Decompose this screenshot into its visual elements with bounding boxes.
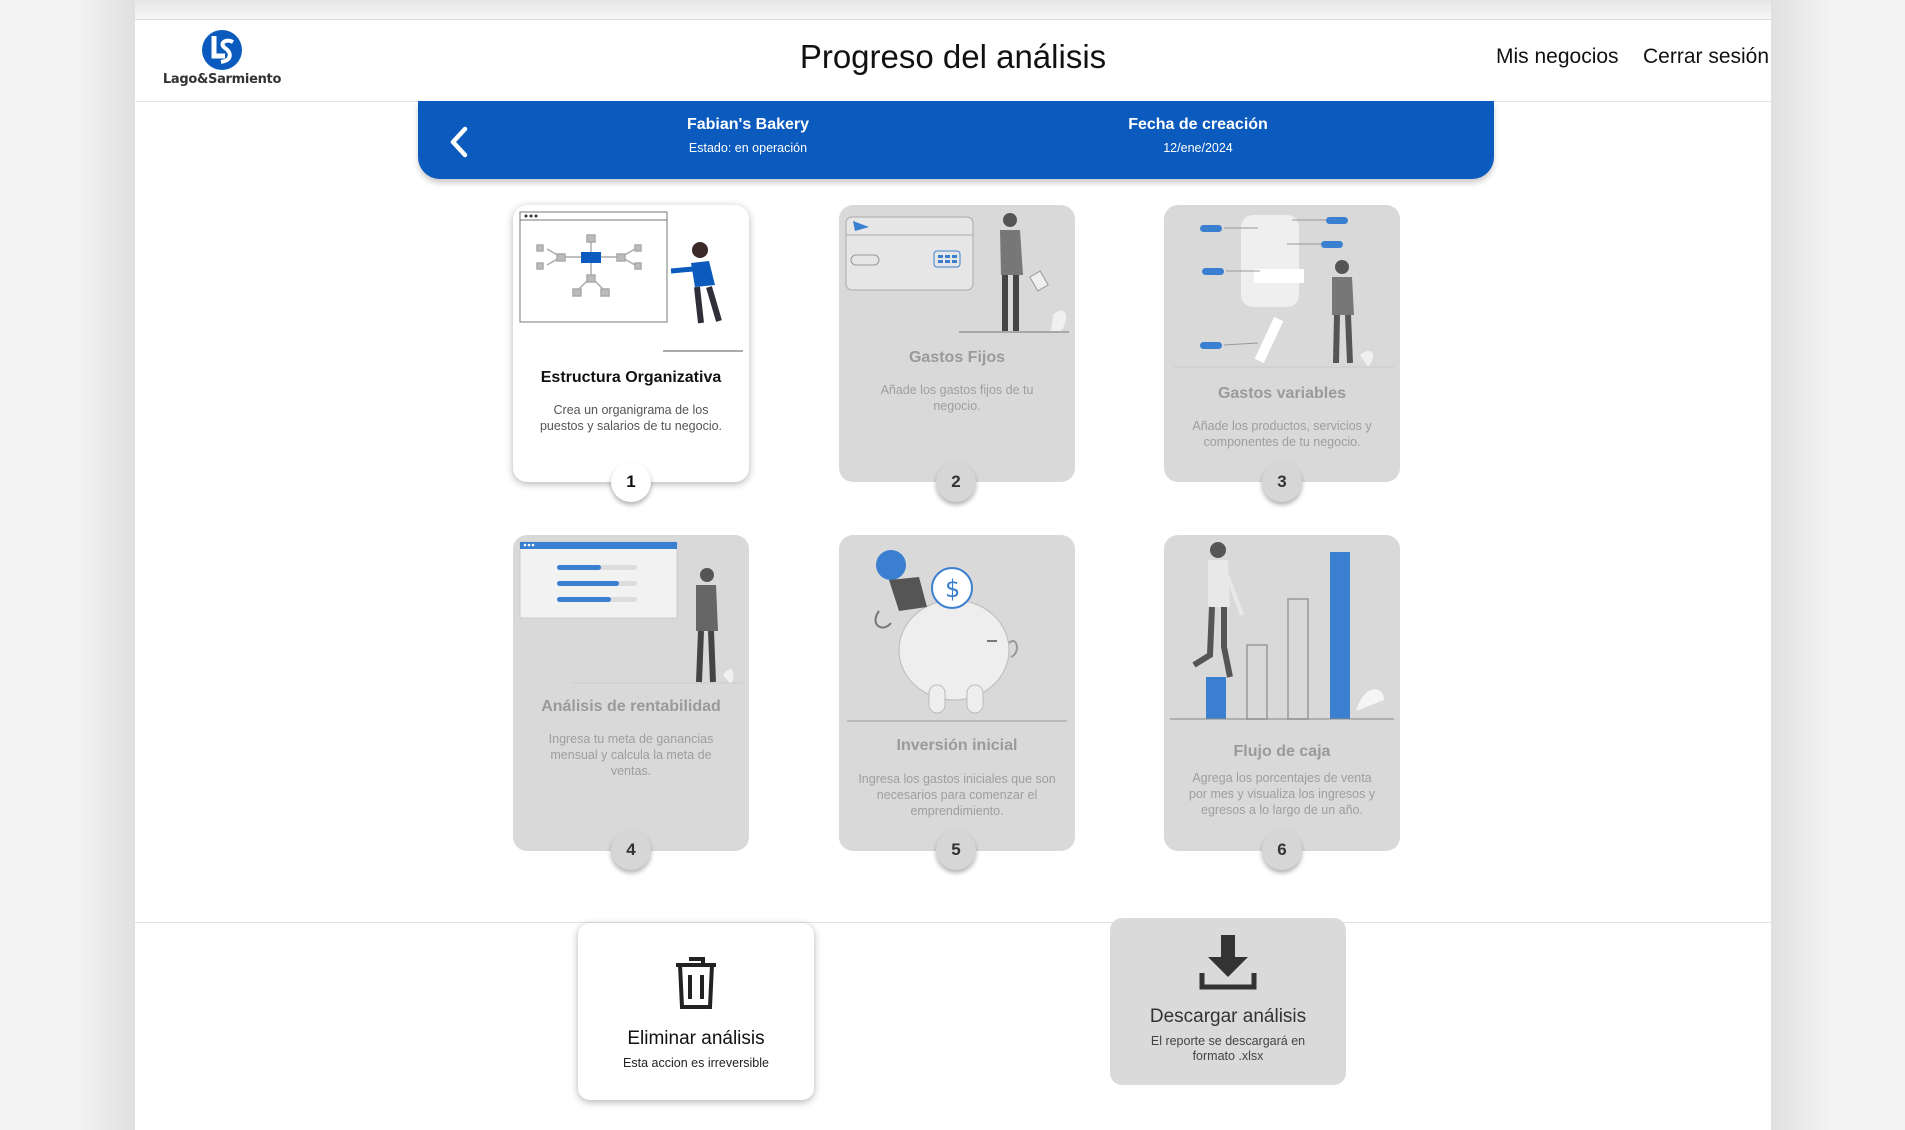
download-analysis-title: Descargar análisis (1149, 1006, 1307, 1027)
download-analysis-button[interactable]: Descargar análisis El reporte se descarg… (1110, 918, 1346, 1085)
step-card-variable-costs: Gastos variables Añade los productos, se… (1164, 205, 1400, 482)
page-shadow-right (1771, 0, 1831, 1130)
download-analysis-description: El reporte se descargará en formato .xls… (1150, 1034, 1306, 1063)
page: Lago&Sarmiento Progreso del análisis Mis… (135, 0, 1771, 1130)
section-divider (135, 922, 1771, 923)
delete-analysis-description: Esta accion es irreversible (623, 1056, 769, 1070)
business-status: Estado: en operación (688, 141, 808, 155)
step-number-badge: 1 (611, 462, 651, 502)
cash-flow-bars-illustration (1170, 542, 1394, 720)
piggy-bank-illustration: $ (847, 550, 1067, 722)
step-number-badge: 5 (936, 830, 976, 870)
step-description: Ingresa tu meta de ganancias mensual y c… (548, 732, 714, 778)
step-number-badge: 4 (611, 830, 651, 870)
step-description: Añade los productos, servicios y compone… (1192, 419, 1372, 449)
delete-analysis-button[interactable]: Eliminar análisis Esta accion es irrever… (578, 923, 814, 1100)
step-card-cash-flow: Flujo de caja Agrega los porcentajes de … (1164, 535, 1400, 851)
svg-text:$: $ (945, 575, 960, 603)
trash-icon (676, 957, 716, 1009)
step-number-badge: 3 (1262, 462, 1302, 502)
step-description: Agrega los porcentajes de venta por mes … (1188, 771, 1376, 817)
org-chart-illustration (519, 211, 743, 352)
creation-date-info: Fecha de creación 12/ene/2024 (1068, 116, 1328, 155)
step-number-badge: 6 (1262, 830, 1302, 870)
step-title: Flujo de caja (1233, 743, 1331, 760)
step-description: Crea un organigrama de los puestos y sal… (539, 403, 723, 433)
step-title: Gastos Fijos (908, 349, 1006, 366)
variable-costs-illustration (1174, 215, 1394, 368)
step-card-fixed-costs: Gastos Fijos Añade los gastos fijos de t… (839, 205, 1075, 482)
step-card-initial-investment: $ Inversión inicial Ingresa los gastos i… (839, 535, 1075, 851)
step-title: Estructura Organizativa (540, 369, 722, 386)
step-card-org-structure[interactable]: Estructura Organizativa Crea un organigr… (513, 205, 749, 482)
business-name: Fabian's Bakery (686, 116, 810, 133)
creation-date-value: 12/ene/2024 (1163, 141, 1233, 155)
profitability-illustration (519, 541, 743, 685)
download-icon (1199, 935, 1257, 990)
step-title: Gastos variables (1217, 385, 1347, 402)
page-shadow-left (75, 0, 135, 1130)
header: Lago&Sarmiento Progreso del análisis Mis… (135, 20, 1771, 102)
business-banner: Fabian's Bakery Estado: en operación Fec… (418, 101, 1494, 179)
nav-my-businesses[interactable]: Mis negocios (1496, 45, 1619, 69)
step-description: Añade los gastos fijos de tu negocio. (880, 383, 1034, 413)
step-title: Inversión inicial (896, 737, 1018, 754)
delete-analysis-title: Eliminar análisis (627, 1028, 765, 1049)
back-arrow-icon[interactable] (445, 125, 473, 159)
browser-top-strip (135, 0, 1771, 20)
business-info: Fabian's Bakery Estado: en operación (618, 116, 878, 155)
step-description: Ingresa los gastos iniciales que son nec… (858, 772, 1056, 818)
step-card-profitability: Análisis de rentabilidad Ingresa tu meta… (513, 535, 749, 851)
step-number-badge: 2 (936, 462, 976, 502)
creation-date-label: Fecha de creación (1128, 116, 1268, 133)
nav-logout[interactable]: Cerrar sesión (1643, 45, 1769, 69)
credit-card-illustration (845, 213, 1069, 333)
step-title: Análisis de rentabilidad (541, 698, 721, 715)
